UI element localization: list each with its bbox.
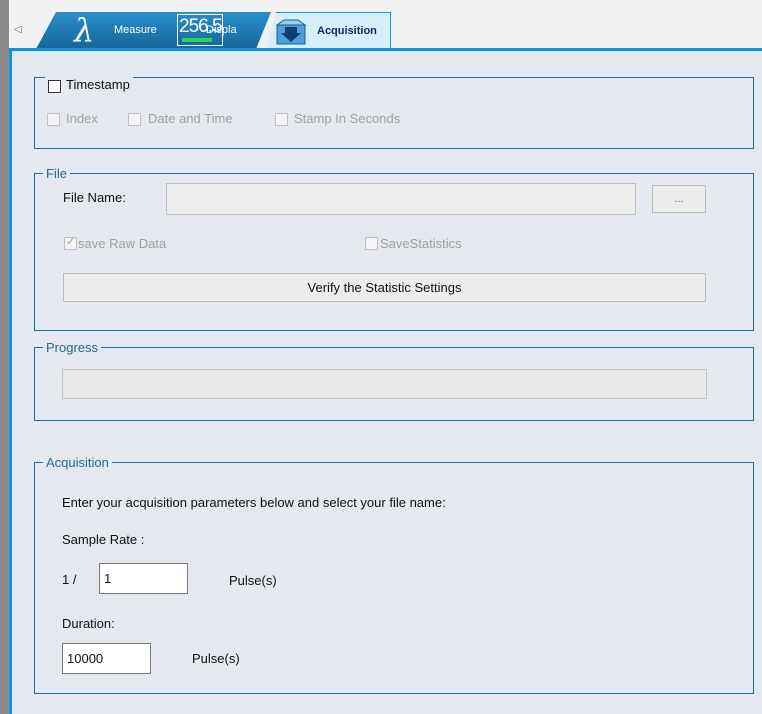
acquisition-icon [276, 19, 307, 45]
progress-legend: Progress [43, 340, 102, 355]
sample-rate-input[interactable]: 1 [99, 563, 188, 594]
tab-acquisition-label: Acquisition [317, 25, 377, 37]
acquisition-panel: Timestamp Index Date and Time Stamp In S… [9, 50, 762, 714]
timestamp-label: Timestamp [66, 77, 130, 92]
duration-input[interactable]: 10000 [62, 643, 151, 674]
reading-bar [182, 38, 212, 42]
stamp-seconds-checkbox[interactable] [275, 113, 288, 126]
index-label: Index [66, 111, 98, 126]
save-raw-label: save Raw Data [78, 236, 167, 251]
progress-bar [62, 369, 707, 399]
save-raw-checkbox[interactable] [64, 235, 77, 250]
timestamp-legend: Timestamp [45, 77, 133, 93]
sample-rate-prefix: 1 / [62, 572, 77, 587]
file-legend: File [43, 166, 70, 181]
stamp-seconds-label: Stamp In Seconds [294, 111, 401, 126]
tab-measure-label: Measure [114, 24, 157, 36]
tab-measure[interactable]: λ Measure [36, 12, 176, 49]
acquisition-legend: Acquisition [43, 455, 112, 470]
duration-label: Duration: [62, 616, 115, 631]
sample-rate-label: Sample Rate : [62, 532, 145, 547]
sample-rate-unit: Pulse(s) [229, 573, 277, 588]
tab-display-label: Displa [206, 24, 237, 36]
lambda-icon: λ [74, 12, 95, 49]
tab-display[interactable]: 256.5 Displa [171, 12, 271, 49]
left-edge-bar [0, 0, 9, 714]
file-name-label: File Name: [63, 190, 126, 205]
verify-statistic-settings-button[interactable]: Verify the Statistic Settings [63, 273, 706, 302]
tab-acquisition[interactable]: Acquisition [266, 12, 391, 50]
date-time-checkbox[interactable] [128, 113, 141, 126]
scroll-left-icon[interactable]: ◁ [14, 24, 22, 35]
browse-button[interactable]: ... [652, 185, 706, 213]
save-statistics-checkbox[interactable] [365, 237, 378, 250]
duration-unit: Pulse(s) [192, 651, 240, 666]
date-time-label: Date and Time [148, 111, 233, 126]
acquisition-instructions: Enter your acquisition parameters below … [62, 495, 446, 510]
timestamp-checkbox[interactable] [48, 80, 61, 93]
file-name-input[interactable] [166, 183, 636, 215]
index-checkbox[interactable] [47, 113, 60, 126]
save-statistics-label: SaveStatistics [380, 236, 462, 251]
